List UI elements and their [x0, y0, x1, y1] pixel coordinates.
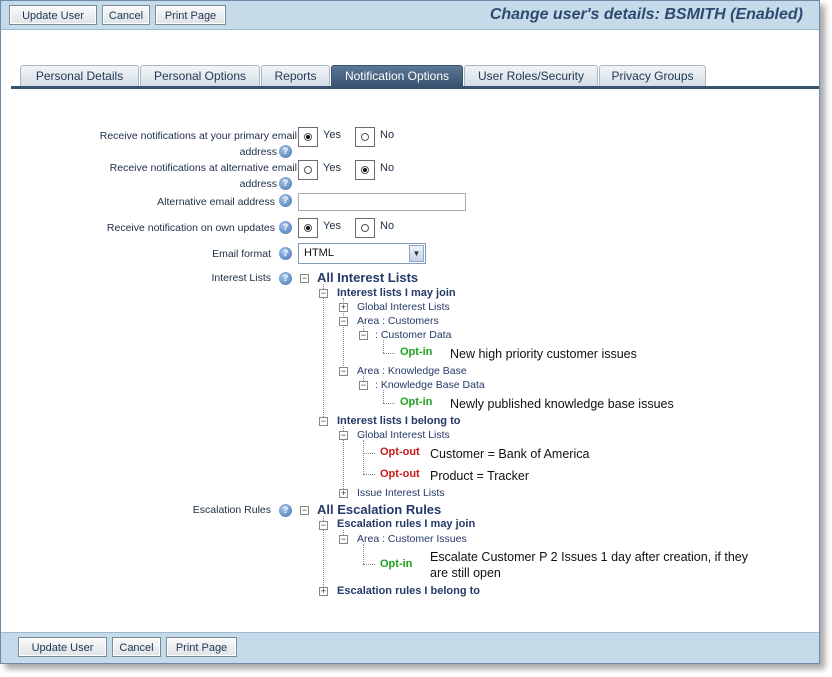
interest-lists-label: Interest Lists: [211, 272, 271, 284]
bank-list-desc: Customer = Bank of America: [430, 447, 590, 461]
expand-icon[interactable]: +: [339, 489, 348, 498]
email-format-select[interactable]: HTML ▼: [298, 243, 426, 264]
primary-email-yes-label: Yes: [323, 129, 341, 141]
collapse-icon[interactable]: −: [339, 431, 348, 440]
alt-email-address-input[interactable]: [298, 193, 466, 211]
help-icon[interactable]: ?: [279, 145, 292, 158]
collapse-icon[interactable]: −: [359, 381, 368, 390]
print-page-button[interactable]: Print Page: [155, 5, 226, 25]
escalation-may-join-node[interactable]: Escalation rules I may join: [337, 518, 475, 530]
all-interest-lists-node[interactable]: All Interest Lists: [317, 270, 418, 285]
interest-belong-to-node[interactable]: Interest lists I belong to: [337, 415, 460, 427]
tab-personal-details[interactable]: Personal Details: [20, 65, 139, 86]
collapse-icon[interactable]: −: [359, 331, 368, 340]
escalation-belong-to-node[interactable]: Escalation rules I belong to: [337, 585, 480, 597]
primary-email-no-radio[interactable]: [355, 127, 375, 147]
page-title: Change user's details: BSMITH (Enabled): [489, 6, 803, 23]
optout-bank-link[interactable]: Opt-out: [380, 446, 420, 458]
cancel-button[interactable]: Cancel: [112, 637, 161, 657]
collapse-icon[interactable]: −: [319, 289, 328, 298]
own-updates-no-label: No: [380, 220, 395, 232]
email-format-label: Email format: [212, 248, 271, 260]
escalation-optin-link[interactable]: Opt-in: [380, 558, 412, 570]
kb-optin-link[interactable]: Opt-in: [400, 396, 432, 408]
tab-underline: [11, 86, 819, 89]
own-updates-no-radio[interactable]: [355, 218, 375, 238]
tree-line: [363, 544, 364, 564]
help-icon[interactable]: ?: [279, 194, 292, 207]
alt-email-yes-label: Yes: [323, 162, 341, 174]
tree-line: [383, 340, 384, 353]
tree-line: [383, 403, 395, 404]
tree-line: [363, 474, 375, 475]
optout-tracker-link[interactable]: Opt-out: [380, 468, 420, 480]
issue-interest-lists-node[interactable]: Issue Interest Lists: [357, 487, 445, 499]
tree-line: [363, 440, 364, 474]
tab-notification-options[interactable]: Notification Options: [331, 65, 463, 86]
area-knowledge-base-node[interactable]: Area : Knowledge Base: [357, 365, 467, 377]
collapse-icon[interactable]: −: [300, 506, 309, 515]
tab-privacy-groups[interactable]: Privacy Groups: [599, 65, 706, 86]
cancel-button[interactable]: Cancel: [102, 5, 150, 25]
alt-email-no-radio[interactable]: [355, 160, 375, 180]
own-updates-yes-label: Yes: [323, 220, 341, 232]
collapse-icon[interactable]: −: [339, 317, 348, 326]
tree-line: [383, 390, 384, 403]
collapse-icon[interactable]: −: [339, 535, 348, 544]
expand-icon[interactable]: +: [339, 303, 348, 312]
collapse-icon[interactable]: −: [319, 521, 328, 530]
alt-email-yes-radio[interactable]: [298, 160, 318, 180]
own-updates-label: Receive notification on own updates: [106, 222, 275, 234]
print-page-button[interactable]: Print Page: [166, 637, 237, 657]
primary-email-label: Receive notifications at your primary em…: [99, 130, 297, 158]
knowledge-base-data-node[interactable]: : Knowledge Base Data: [375, 379, 485, 391]
alt-email-notify-label: Receive notifications at alternative ema…: [109, 162, 297, 190]
customer-list-desc: New high priority customer issues: [450, 347, 637, 361]
help-icon[interactable]: ?: [279, 272, 292, 285]
tab-personal-options[interactable]: Personal Options: [140, 65, 260, 86]
customer-optin-link[interactable]: Opt-in: [400, 346, 432, 358]
collapse-icon[interactable]: −: [319, 417, 328, 426]
bottom-toolbar: Update User Cancel Print Page: [1, 632, 819, 663]
primary-email-no-label: No: [380, 129, 395, 141]
help-icon[interactable]: ?: [279, 504, 292, 517]
top-toolbar: Update User Cancel Print Page Change use…: [1, 1, 819, 30]
main-window: Update User Cancel Print Page Change use…: [0, 0, 820, 664]
primary-email-yes-radio[interactable]: [298, 127, 318, 147]
chevron-down-icon[interactable]: ▼: [409, 245, 424, 262]
kb-list-desc: Newly published knowledge base issues: [450, 397, 674, 411]
alt-email-no-label: No: [380, 162, 395, 174]
update-user-button[interactable]: Update User: [18, 637, 107, 657]
area-customers-node[interactable]: Area : Customers: [357, 315, 439, 327]
global-interest-lists-node[interactable]: Global Interest Lists: [357, 301, 450, 313]
customer-data-node[interactable]: : Customer Data: [375, 329, 451, 341]
collapse-icon[interactable]: −: [339, 367, 348, 376]
tree-line: [323, 284, 324, 421]
all-escalation-rules-node[interactable]: All Escalation Rules: [317, 502, 441, 517]
escalation-rule-desc: Escalate Customer P 2 Issues 1 day after…: [430, 550, 748, 580]
tree-line: [363, 564, 375, 565]
own-updates-yes-radio[interactable]: [298, 218, 318, 238]
area-customer-issues-node[interactable]: Area : Customer Issues: [357, 533, 467, 545]
email-format-value: HTML: [304, 247, 334, 259]
help-icon[interactable]: ?: [279, 221, 292, 234]
global-interest-lists-belong-node[interactable]: Global Interest Lists: [357, 429, 450, 441]
alt-email-address-label: Alternative email address: [157, 196, 275, 208]
tree-line: [383, 353, 395, 354]
expand-icon[interactable]: +: [319, 587, 328, 596]
tab-reports[interactable]: Reports: [261, 65, 330, 86]
tracker-list-desc: Product = Tracker: [430, 469, 529, 483]
help-icon[interactable]: ?: [279, 177, 292, 190]
collapse-icon[interactable]: −: [300, 274, 309, 283]
interest-may-join-node[interactable]: Interest lists I may join: [337, 287, 456, 299]
tree-line: [363, 453, 375, 454]
update-user-button[interactable]: Update User: [9, 5, 97, 25]
tab-user-roles-security[interactable]: User Roles/Security: [464, 65, 598, 86]
help-icon[interactable]: ?: [279, 247, 292, 260]
escalation-rules-label: Escalation Rules: [192, 504, 271, 516]
